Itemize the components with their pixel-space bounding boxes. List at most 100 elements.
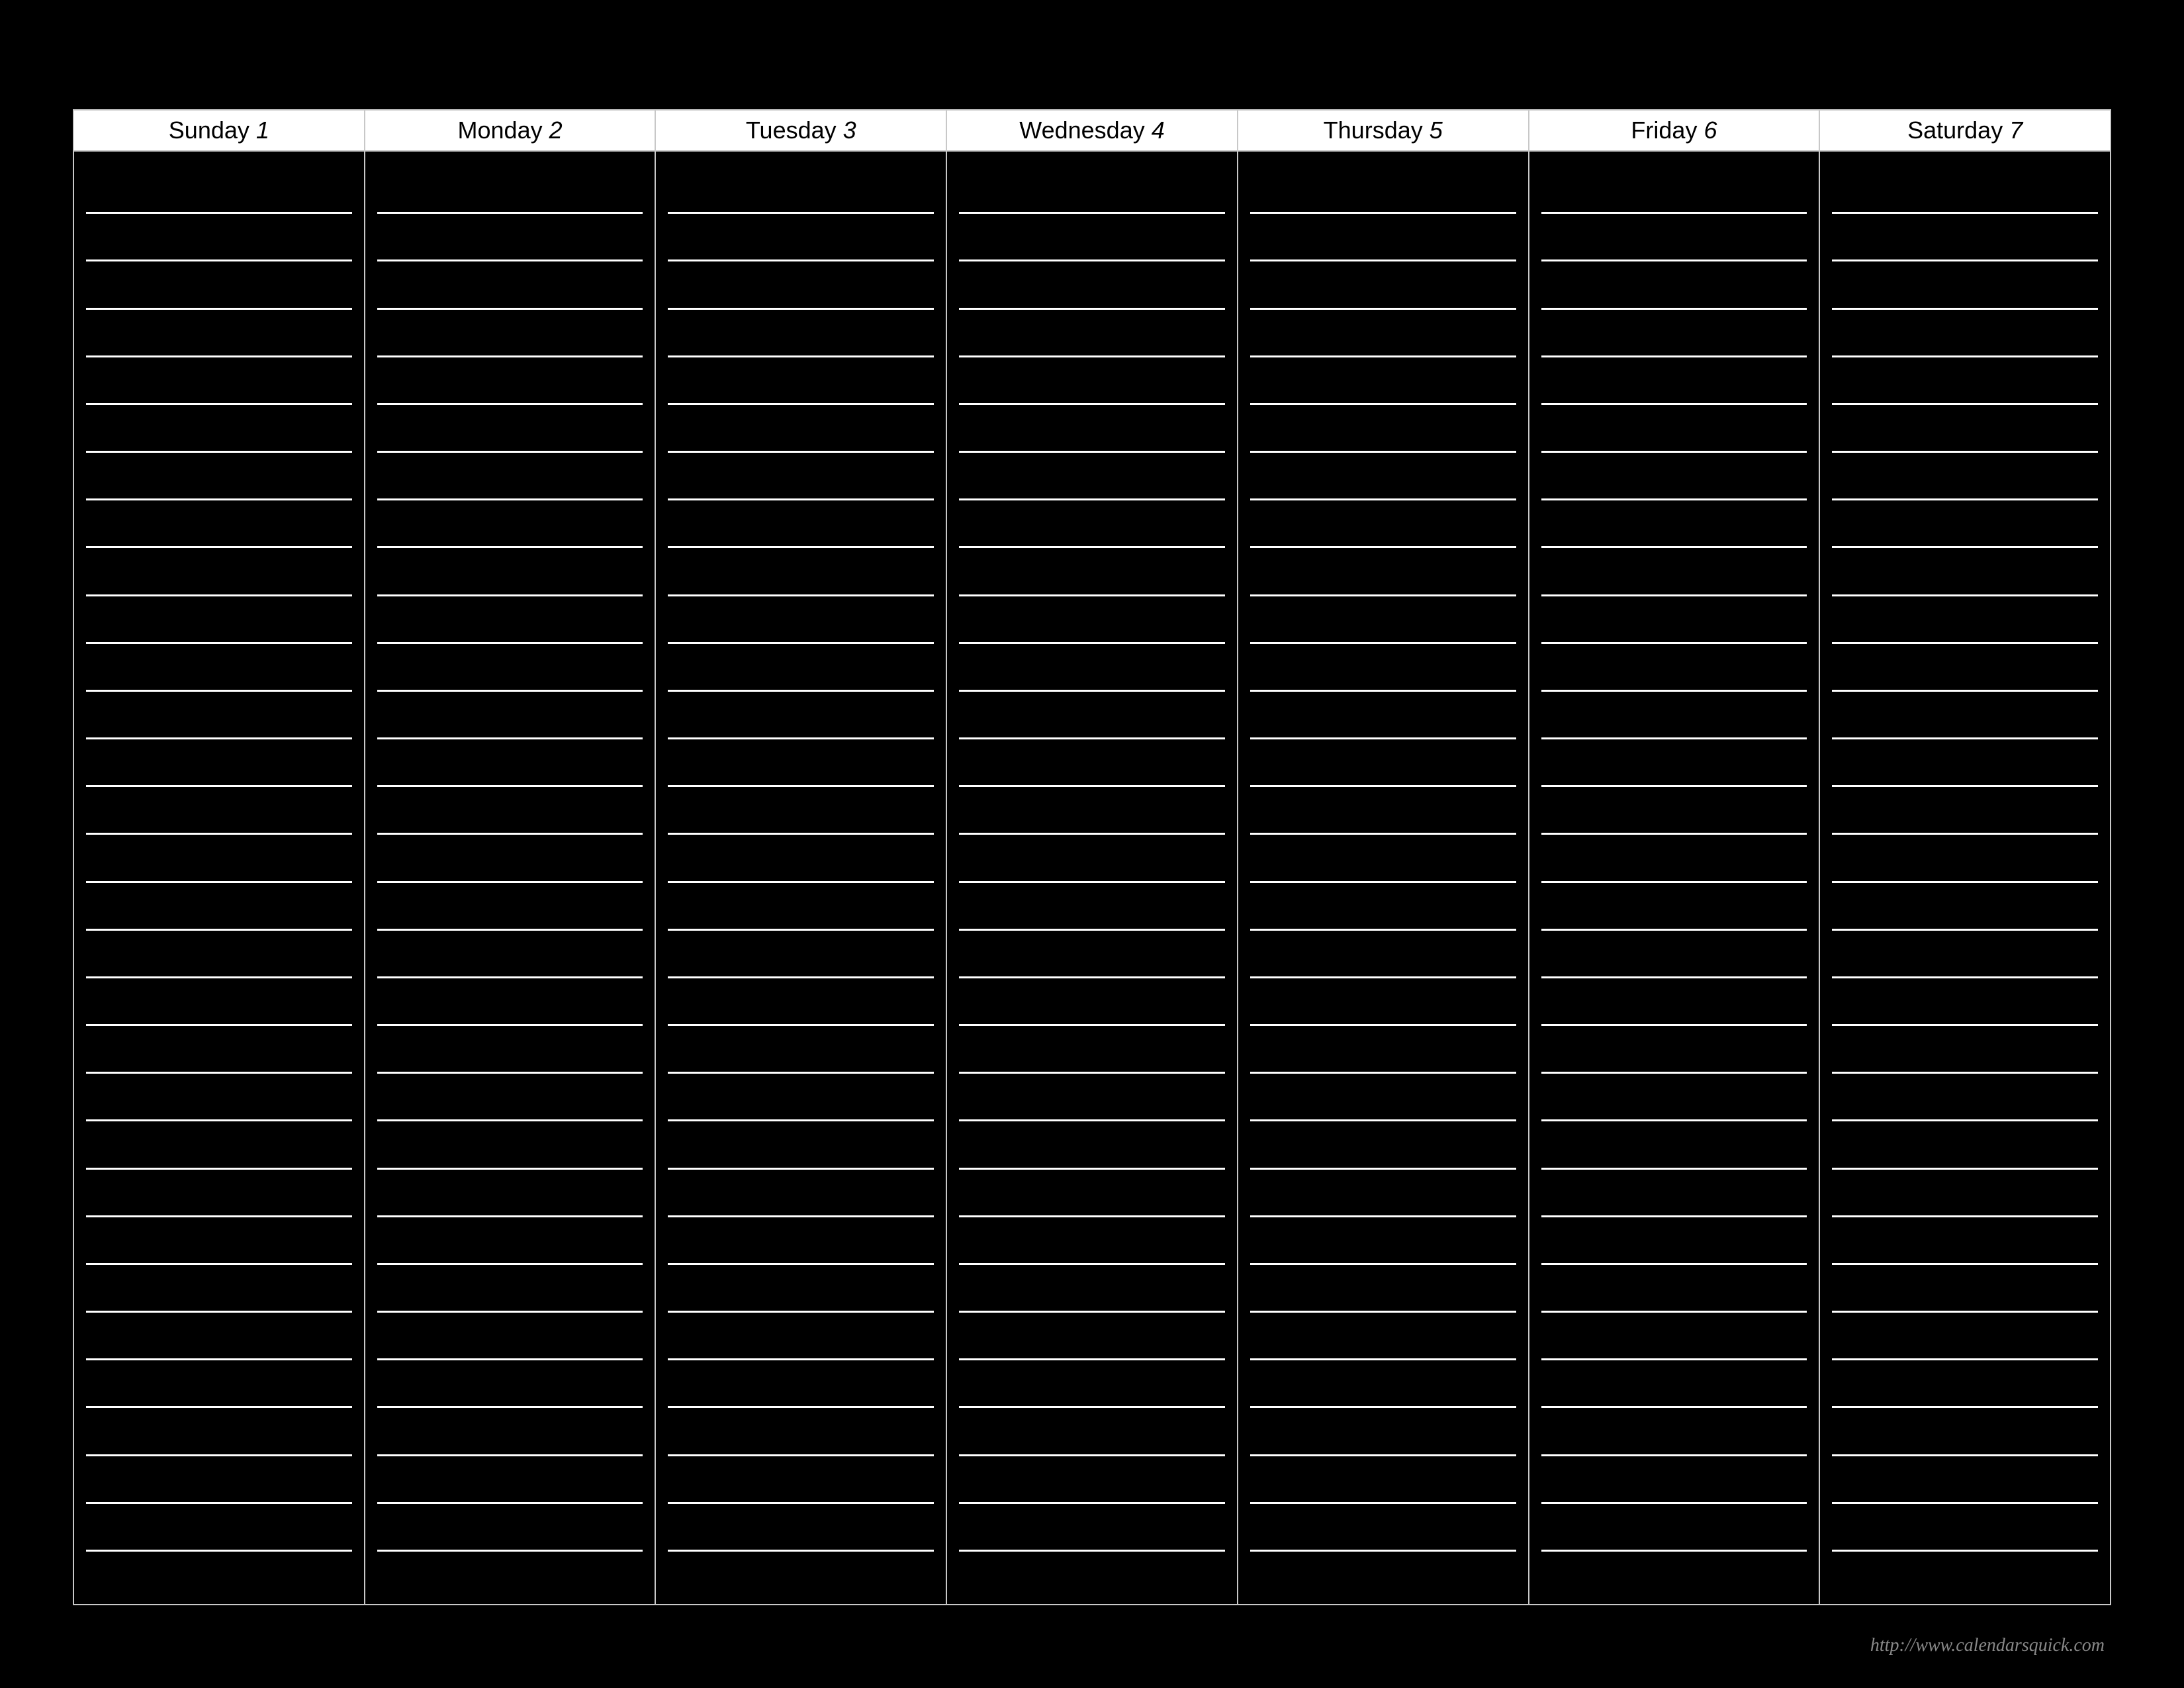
writing-line — [1541, 787, 1807, 835]
writing-line — [668, 596, 934, 644]
writing-line — [1541, 1504, 1807, 1552]
writing-line — [668, 1170, 934, 1217]
day-header: Saturday 7 — [1820, 111, 2110, 152]
writing-line — [86, 787, 352, 835]
writing-line — [377, 214, 643, 261]
writing-line — [377, 1265, 643, 1313]
writing-line — [668, 1504, 934, 1552]
writing-line — [86, 1217, 352, 1265]
writing-line — [86, 644, 352, 692]
writing-line — [377, 500, 643, 548]
writing-line — [959, 1313, 1225, 1360]
writing-line — [377, 692, 643, 739]
writing-line — [86, 214, 352, 261]
writing-line — [1832, 1313, 2098, 1360]
writing-line — [377, 931, 643, 978]
writing-line — [1832, 357, 2098, 405]
day-name: Sunday — [169, 117, 250, 144]
writing-line — [86, 1360, 352, 1408]
writing-line — [1250, 1504, 1516, 1552]
writing-line — [959, 596, 1225, 644]
writing-line — [668, 1408, 934, 1456]
writing-line — [1832, 978, 2098, 1026]
writing-line — [1541, 405, 1807, 453]
writing-line — [1832, 931, 2098, 978]
day-header: Monday 2 — [365, 111, 655, 152]
writing-line — [1832, 644, 2098, 692]
day-body — [656, 152, 946, 1604]
writing-line — [377, 1313, 643, 1360]
writing-line — [377, 1074, 643, 1121]
writing-line — [668, 310, 934, 357]
writing-line — [86, 978, 352, 1026]
writing-line — [377, 739, 643, 787]
writing-line — [959, 310, 1225, 357]
writing-line — [668, 978, 934, 1026]
writing-line — [86, 453, 352, 500]
writing-line — [1250, 1026, 1516, 1074]
writing-line — [1541, 1552, 1807, 1597]
writing-line — [1832, 1170, 2098, 1217]
writing-line — [86, 1456, 352, 1504]
writing-line — [1832, 596, 2098, 644]
writing-line — [1250, 214, 1516, 261]
writing-line — [1832, 1121, 2098, 1169]
writing-line — [1250, 1313, 1516, 1360]
writing-line — [1250, 1408, 1516, 1456]
writing-line — [1250, 739, 1516, 787]
writing-line — [1541, 1265, 1807, 1313]
writing-line — [86, 357, 352, 405]
writing-line — [86, 1121, 352, 1169]
writing-line — [377, 1026, 643, 1074]
writing-line — [1832, 1265, 2098, 1313]
day-number: 1 — [256, 117, 269, 144]
writing-line — [86, 1026, 352, 1074]
writing-line — [1541, 1217, 1807, 1265]
writing-line — [86, 1504, 352, 1552]
writing-line — [668, 1121, 934, 1169]
writing-line — [1832, 310, 2098, 357]
writing-line — [1541, 978, 1807, 1026]
writing-line — [377, 1408, 643, 1456]
writing-line — [1541, 1026, 1807, 1074]
writing-line — [1250, 500, 1516, 548]
writing-line — [377, 453, 643, 500]
writing-line — [1250, 453, 1516, 500]
writing-line — [1832, 787, 2098, 835]
writing-line — [668, 1074, 934, 1121]
writing-line — [1832, 1217, 2098, 1265]
writing-line — [1832, 500, 2098, 548]
writing-line — [1541, 261, 1807, 309]
writing-line — [86, 166, 352, 214]
writing-line — [86, 500, 352, 548]
writing-line — [959, 739, 1225, 787]
writing-line — [1541, 310, 1807, 357]
day-name: Thursday — [1324, 117, 1423, 144]
writing-line — [1832, 453, 2098, 500]
day-body — [1529, 152, 1819, 1604]
day-column: Sunday 1 — [74, 111, 365, 1604]
writing-line — [86, 692, 352, 739]
day-number: 4 — [1152, 117, 1165, 144]
writing-line — [668, 931, 934, 978]
writing-line — [1541, 1408, 1807, 1456]
writing-line — [86, 835, 352, 882]
writing-line — [668, 1217, 934, 1265]
writing-line — [86, 405, 352, 453]
writing-line — [668, 548, 934, 596]
day-column: Friday 6 — [1529, 111, 1821, 1604]
writing-line — [377, 405, 643, 453]
day-name: Wednesday — [1019, 117, 1144, 144]
writing-line — [86, 883, 352, 931]
writing-line — [959, 1121, 1225, 1169]
writing-line — [1832, 1026, 2098, 1074]
writing-line — [1250, 787, 1516, 835]
day-number: 6 — [1704, 117, 1717, 144]
writing-line — [1832, 548, 2098, 596]
writing-line — [1832, 1074, 2098, 1121]
writing-line — [377, 1456, 643, 1504]
day-header: Sunday 1 — [74, 111, 364, 152]
writing-line — [959, 453, 1225, 500]
writing-line — [1832, 1504, 2098, 1552]
writing-line — [1250, 596, 1516, 644]
